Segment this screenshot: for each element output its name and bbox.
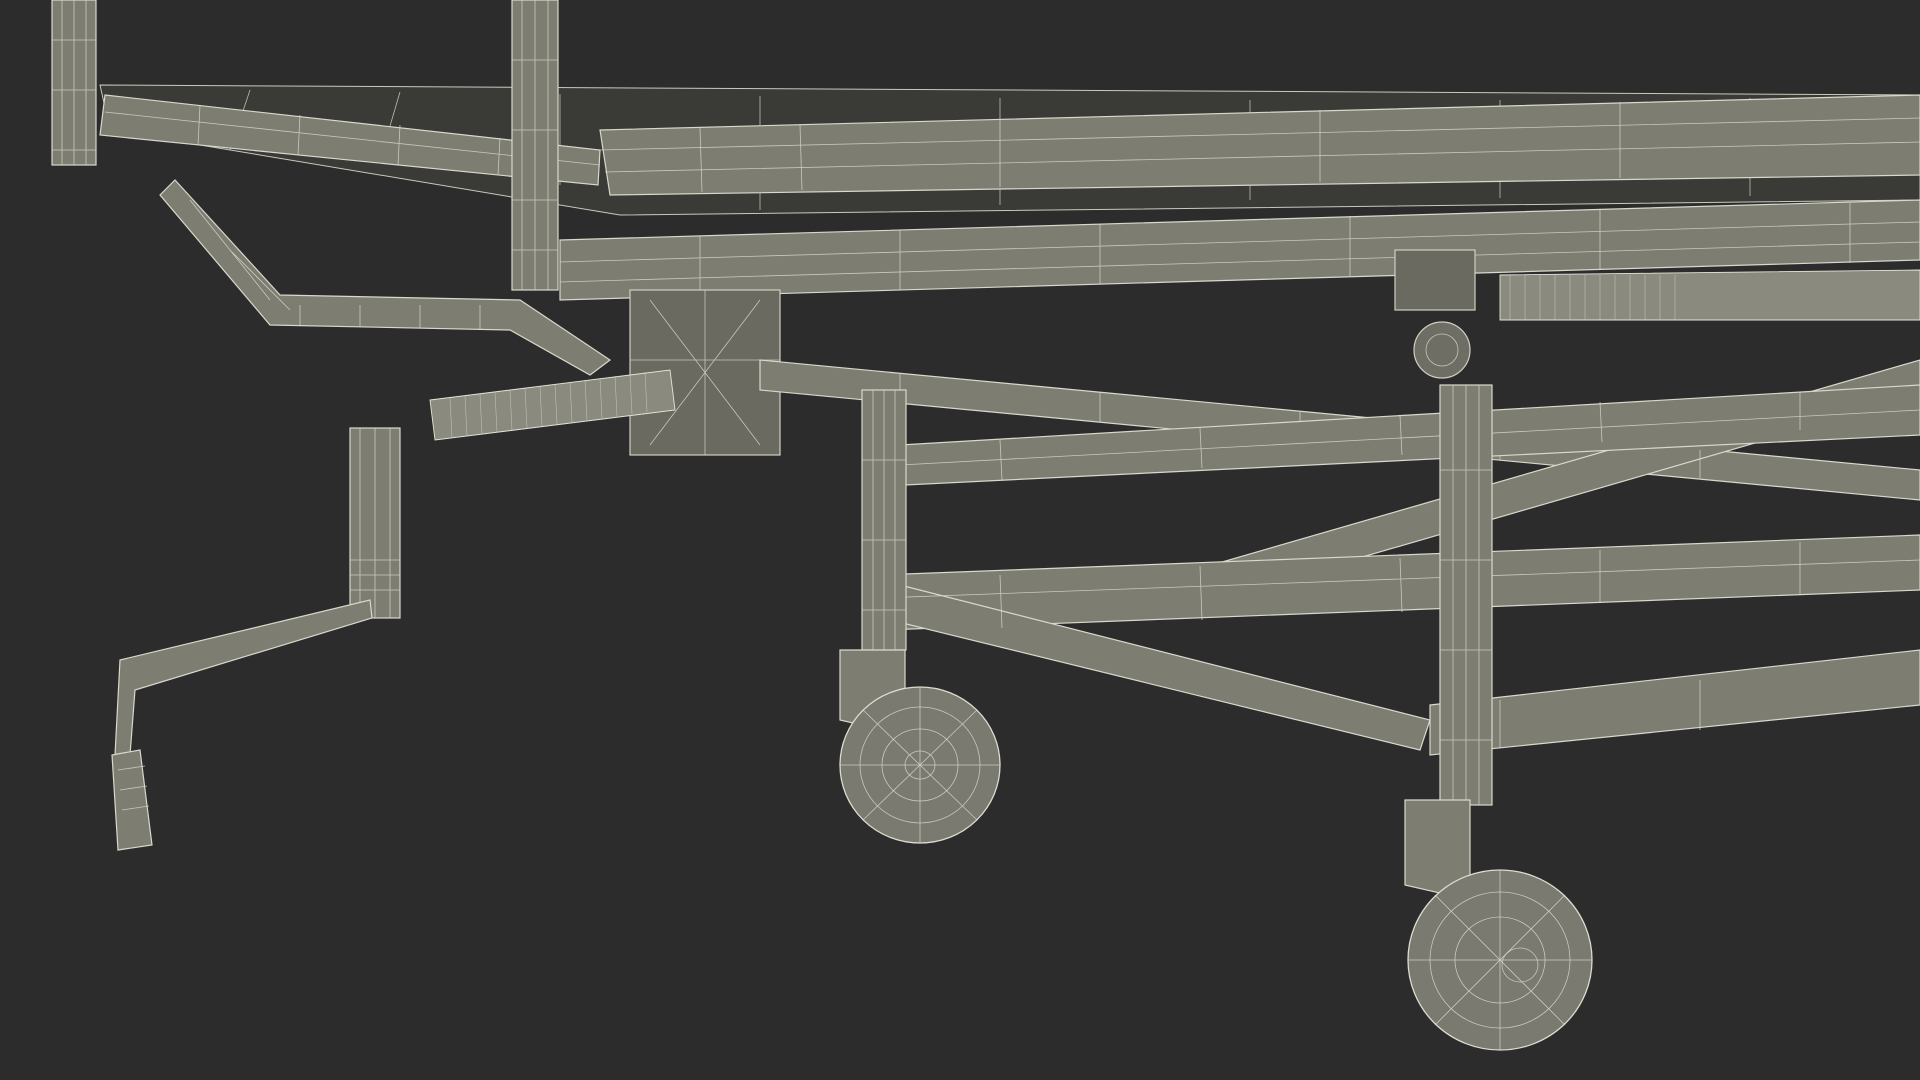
crank-handle [111, 369, 676, 851]
spring-mesh [1499, 269, 1920, 321]
caster-wheel-left [839, 649, 1001, 844]
render-viewport [0, 0, 1920, 1080]
leg-front-left [861, 389, 907, 651]
push-handle-right [511, 0, 559, 291]
frame-joint-hub [1413, 321, 1471, 379]
stretcher-wireframe-model [51, 0, 1920, 1051]
push-handle-left [51, 0, 97, 166]
caster-wheel-right [1404, 799, 1593, 1051]
leg-front-right [1439, 384, 1493, 806]
bottom-base-frame [879, 534, 1920, 756]
